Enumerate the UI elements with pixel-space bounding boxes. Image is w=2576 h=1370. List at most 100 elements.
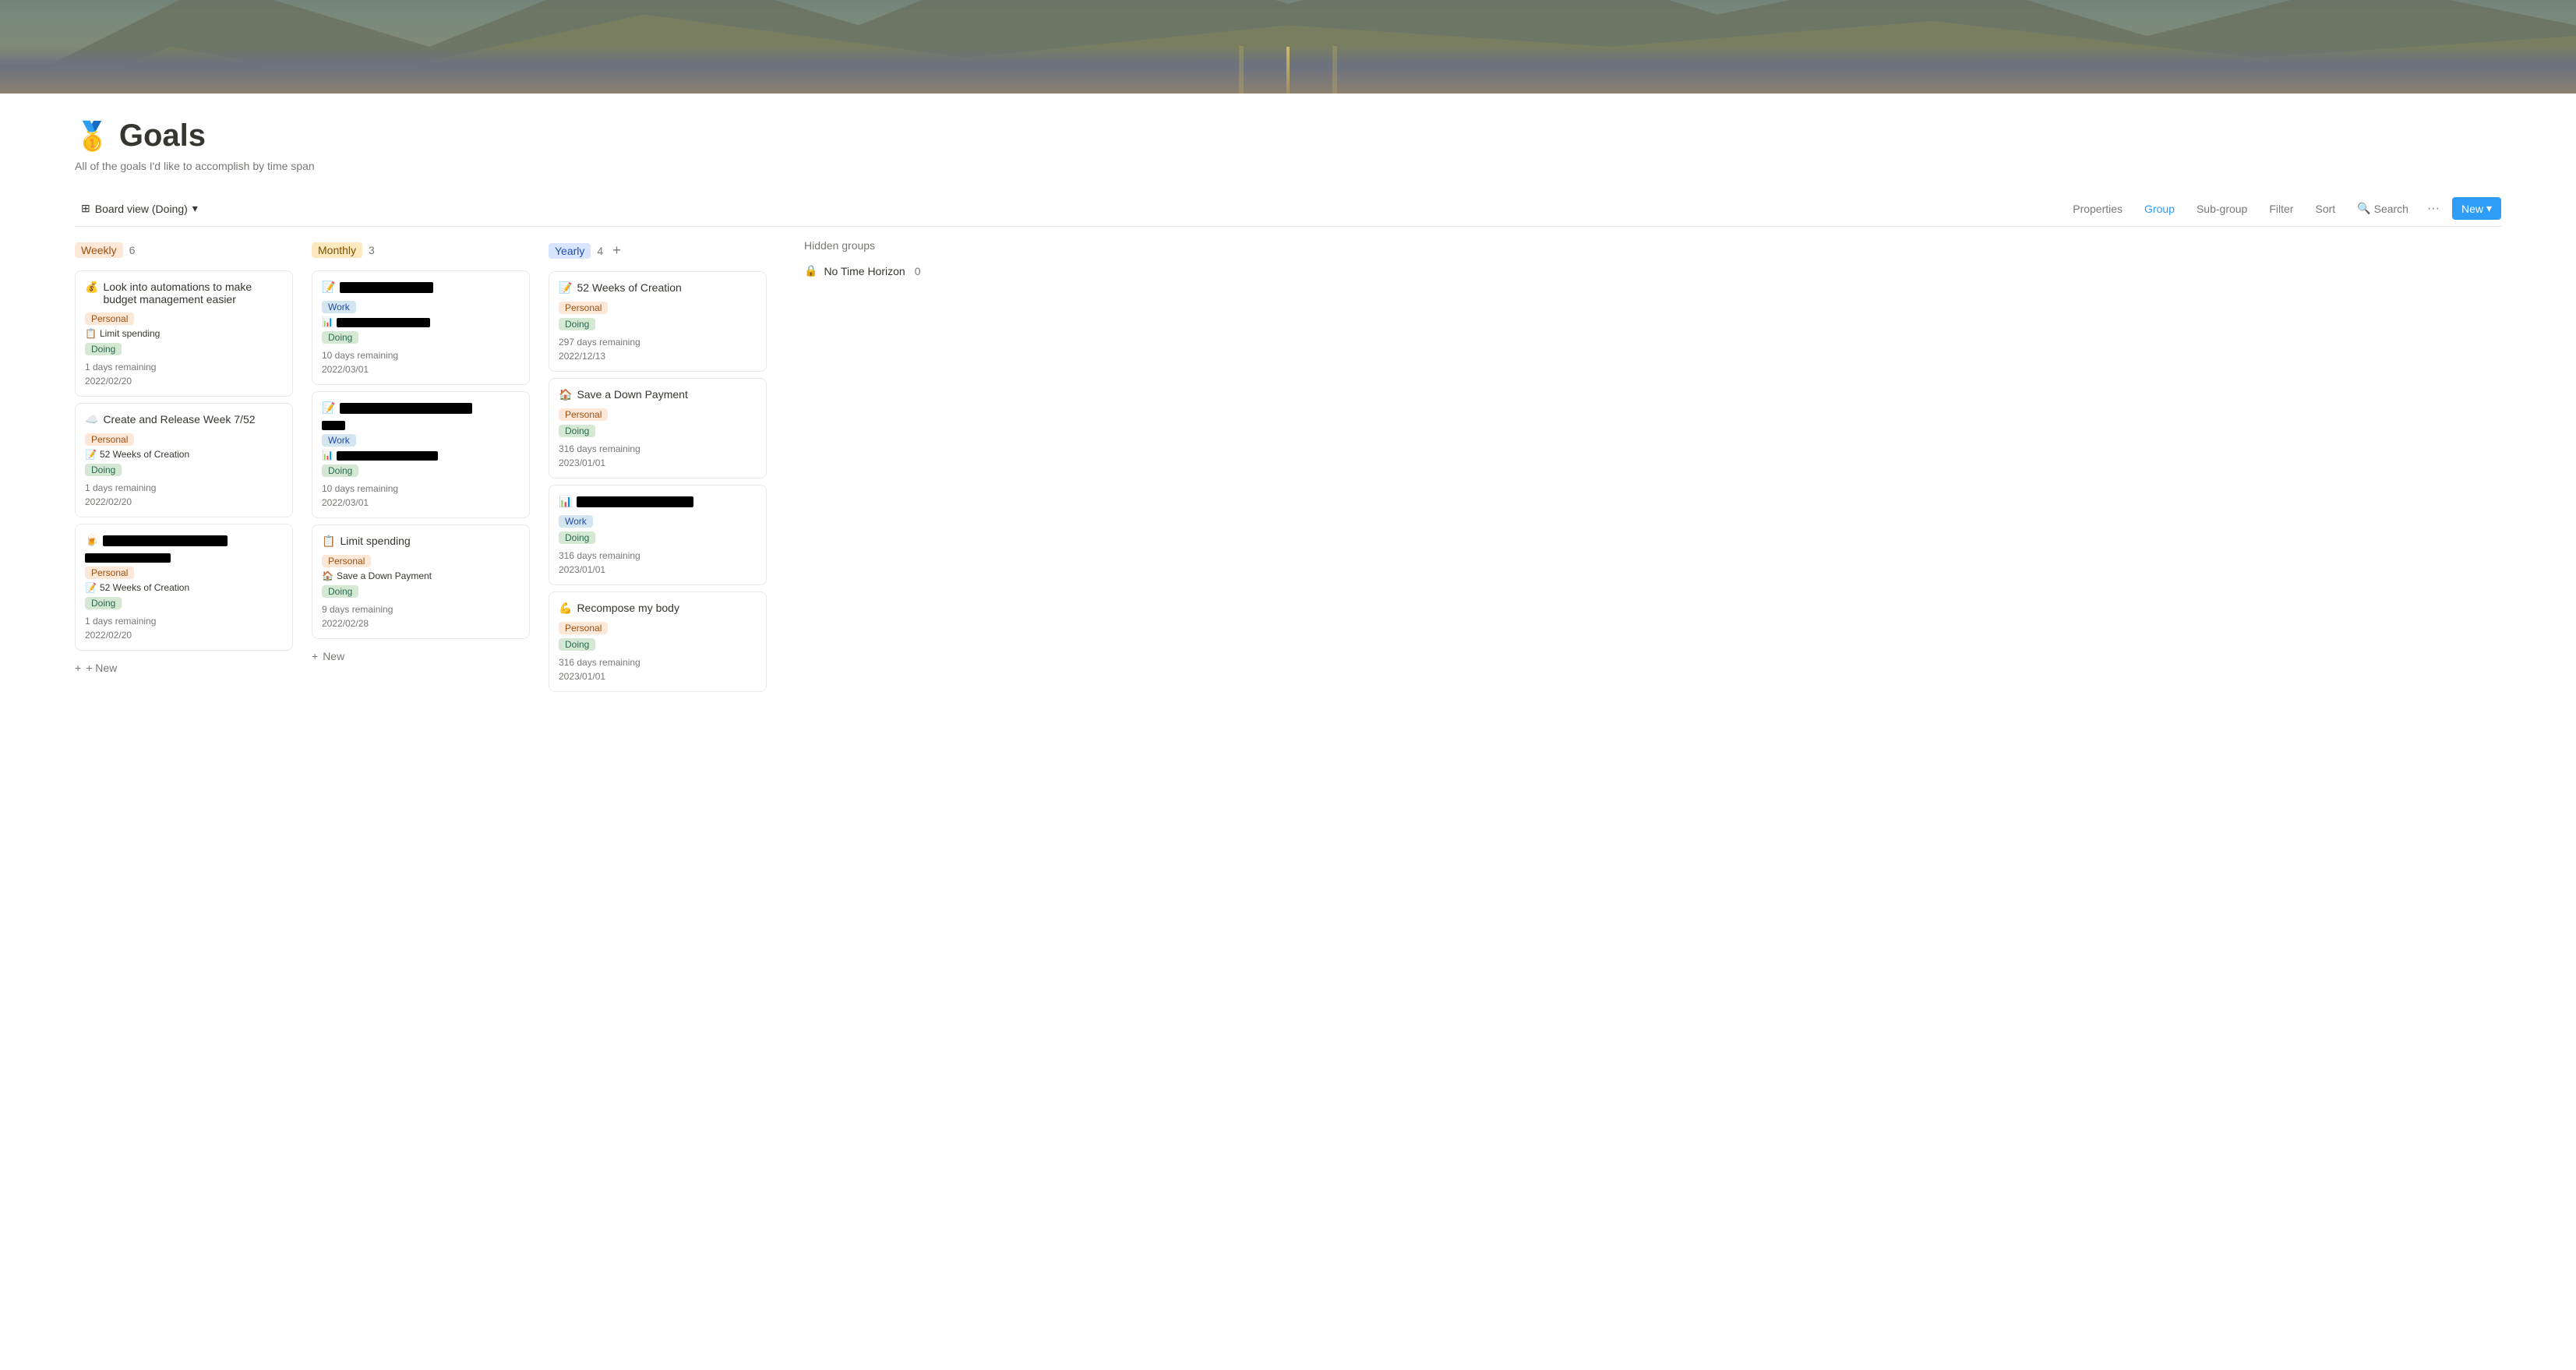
column-label-monthly[interactable]: Monthly xyxy=(312,242,362,258)
header-banner xyxy=(0,0,2576,94)
card-title-w2: ☁️ Create and Release Week 7/52 xyxy=(85,413,283,426)
card-meta-days-m3: 9 days remaining xyxy=(322,604,520,615)
card-meta-date-y1: 2022/12/13 xyxy=(559,351,757,362)
card-meta-days-m2: 10 days remaining xyxy=(322,483,520,494)
card-emoji-y4: 💪 xyxy=(559,602,572,615)
properties-button[interactable]: Properties xyxy=(2066,199,2129,218)
card-emoji-y3: 📊 xyxy=(559,495,572,508)
subgroup-button[interactable]: Sub-group xyxy=(2190,199,2253,218)
tag-personal-y4: Personal xyxy=(559,622,608,634)
search-icon: 🔍 xyxy=(2357,202,2370,215)
hidden-groups-area: Hidden groups 🔒 No Time Horizon 0 xyxy=(785,239,2501,284)
more-options-button[interactable]: ··· xyxy=(2424,199,2443,219)
tag-work-y3: Work xyxy=(559,515,593,528)
card-title-w1: 💰 Look into automations to make budget m… xyxy=(85,281,283,305)
tag-personal-w1: Personal xyxy=(85,312,134,325)
search-button[interactable]: 🔍 Search xyxy=(2351,199,2415,218)
filter-button[interactable]: Filter xyxy=(2263,199,2299,218)
new-card-weekly-button[interactable]: + + New xyxy=(75,657,293,679)
column-count-weekly: 6 xyxy=(129,244,136,256)
tag-personal-w2: Personal xyxy=(85,433,134,446)
card-meta-date-m2: 2022/03/01 xyxy=(322,497,520,508)
card-title-y3: 📊 xyxy=(559,495,757,508)
card-m2[interactable]: 📝 Work 📊 Doing 10 days remaining 2022/03… xyxy=(312,391,530,518)
page-icon: 🥇 xyxy=(75,120,110,153)
card-emoji-m2: 📝 xyxy=(322,401,335,415)
card-title-m3: 📋 Limit spending xyxy=(322,535,520,548)
column-header-monthly: Monthly 3 xyxy=(312,239,530,261)
card-sub-item-w1: 📋 Limit spending xyxy=(85,328,283,339)
card-y3[interactable]: 📊 Work Doing 316 days remaining 2023/01/… xyxy=(549,485,767,585)
card-meta-date-m3: 2022/02/28 xyxy=(322,618,520,629)
card-meta-days-y3: 316 days remaining xyxy=(559,550,757,561)
tag-doing-y2: Doing xyxy=(559,425,595,437)
board: Weekly 6 💰 Look into automations to make… xyxy=(75,239,2501,717)
column-label-yearly[interactable]: Yearly xyxy=(549,243,591,259)
tag-doing-y3: Doing xyxy=(559,531,595,544)
card-w3[interactable]: 🍺 Personal 📝 52 Weeks of Creation Doing … xyxy=(75,524,293,651)
card-meta-days-w1: 1 days remaining xyxy=(85,362,283,373)
card-w2[interactable]: ☁️ Create and Release Week 7/52 Personal… xyxy=(75,403,293,517)
card-sub-item-m2: 📊 xyxy=(322,450,520,461)
plus-icon: + xyxy=(75,662,81,674)
page-title: Goals xyxy=(119,118,206,154)
toolbar-left: ⊞ Board view (Doing) ▾ xyxy=(75,199,204,218)
group-button[interactable]: Group xyxy=(2138,199,2181,218)
card-sub-item-m3: 🏠 Save a Down Payment xyxy=(322,570,520,581)
card-sub-item-m1: 📊 xyxy=(322,316,520,327)
card-emoji-w1: 💰 xyxy=(85,281,98,294)
toolbar-right: Properties Group Sub-group Filter Sort 🔍… xyxy=(2066,197,2501,220)
tag-doing-w1: Doing xyxy=(85,343,122,355)
toolbar: ⊞ Board view (Doing) ▾ Properties Group … xyxy=(75,191,2501,227)
card-y2[interactable]: 🏠 Save a Down Payment Personal Doing 316… xyxy=(549,378,767,478)
tag-personal-w3: Personal xyxy=(85,567,134,579)
column-monthly: Monthly 3 📝 Work 📊 Doing 10 days remaini… xyxy=(312,239,530,667)
page-title-area: 🥇 Goals xyxy=(75,118,2501,154)
hidden-group-no-time-horizon[interactable]: 🔒 No Time Horizon 0 xyxy=(804,264,2501,277)
add-group-button[interactable]: + xyxy=(609,242,624,259)
card-title-w3: 🍺 xyxy=(85,534,283,547)
tag-doing-m2: Doing xyxy=(322,464,358,477)
card-meta-days-w3: 1 days remaining xyxy=(85,616,283,627)
card-title-m1: 📝 xyxy=(322,281,520,294)
card-title-m2: 📝 xyxy=(322,401,520,415)
column-yearly: Yearly 4 + 📝 52 Weeks of Creation Person… xyxy=(549,239,767,698)
card-meta-date-w1: 2022/02/20 xyxy=(85,376,283,387)
card-meta-date-w2: 2022/02/20 xyxy=(85,496,283,507)
tag-doing-w3: Doing xyxy=(85,597,122,609)
new-card-monthly-button[interactable]: + New xyxy=(312,645,530,667)
tag-doing-m3: Doing xyxy=(322,585,358,598)
column-count-yearly: 4 xyxy=(597,245,603,257)
column-weekly: Weekly 6 💰 Look into automations to make… xyxy=(75,239,293,679)
card-sub-item-w2: 📝 52 Weeks of Creation xyxy=(85,449,283,460)
tag-doing-y4: Doing xyxy=(559,638,595,651)
card-meta-days-w2: 1 days remaining xyxy=(85,482,283,493)
new-button[interactable]: New ▾ xyxy=(2452,197,2501,220)
card-meta-days-y4: 316 days remaining xyxy=(559,657,757,668)
page-description: All of the goals I'd like to accomplish … xyxy=(75,160,2501,172)
card-emoji-y1: 📝 xyxy=(559,281,572,295)
plus-icon-monthly: + xyxy=(312,650,318,662)
card-meta-date-w3: 2022/02/20 xyxy=(85,630,283,641)
view-label: Board view (Doing) xyxy=(95,203,188,215)
card-title-y2: 🏠 Save a Down Payment xyxy=(559,388,757,401)
chevron-down-icon: ▾ xyxy=(2486,202,2492,215)
column-label-weekly[interactable]: Weekly xyxy=(75,242,123,258)
card-meta-date-y2: 2023/01/01 xyxy=(559,457,757,468)
view-icon: ⊞ xyxy=(81,202,90,215)
card-m1[interactable]: 📝 Work 📊 Doing 10 days remaining 2022/03… xyxy=(312,270,530,385)
card-y4[interactable]: 💪 Recompose my body Personal Doing 316 d… xyxy=(549,591,767,692)
card-emoji-w2: ☁️ xyxy=(85,413,98,426)
card-meta-date-y3: 2023/01/01 xyxy=(559,564,757,575)
card-m3[interactable]: 📋 Limit spending Personal 🏠 Save a Down … xyxy=(312,524,530,639)
lock-icon: 🔒 xyxy=(804,264,817,277)
tag-personal-y1: Personal xyxy=(559,302,608,314)
hidden-groups-title: Hidden groups xyxy=(804,239,2501,252)
card-w1[interactable]: 💰 Look into automations to make budget m… xyxy=(75,270,293,397)
column-header-weekly: Weekly 6 xyxy=(75,239,293,261)
view-selector[interactable]: ⊞ Board view (Doing) ▾ xyxy=(75,199,204,218)
hidden-group-count: 0 xyxy=(915,265,921,277)
sort-button[interactable]: Sort xyxy=(2309,199,2341,218)
tag-doing-w2: Doing xyxy=(85,464,122,476)
card-y1[interactable]: 📝 52 Weeks of Creation Personal Doing 29… xyxy=(549,271,767,372)
